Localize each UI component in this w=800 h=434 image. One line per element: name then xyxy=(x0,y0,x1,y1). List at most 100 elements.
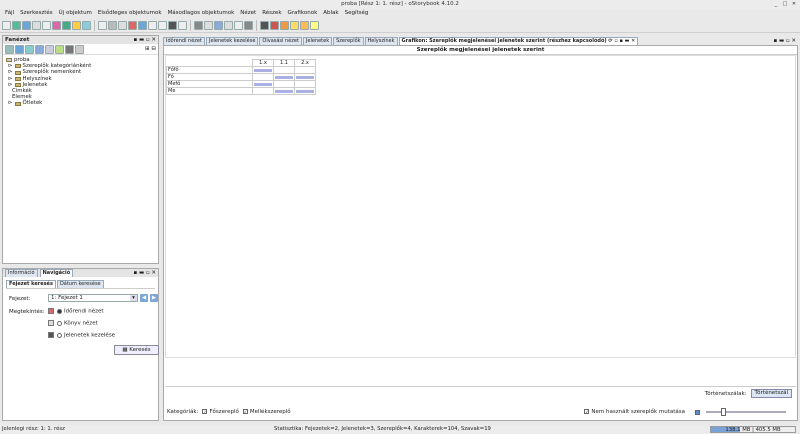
tree-tool-icon[interactable] xyxy=(5,44,14,54)
tree-item[interactable]: ⊳ Ötletek xyxy=(6,100,155,106)
toolbar-tool-icon[interactable] xyxy=(244,20,253,30)
tab-locations[interactable]: Helyszínek xyxy=(364,37,398,45)
appearance-cell xyxy=(273,80,295,88)
menu-item[interactable]: Másodlagos objektumok xyxy=(165,9,238,18)
toolbar-tool-icon[interactable] xyxy=(260,20,269,30)
expand-collapse-icon[interactable]: ⊞ ⊟ xyxy=(145,46,156,52)
menu-item[interactable]: Részek xyxy=(259,9,284,18)
radio-selected-icon xyxy=(57,308,62,314)
menu-item[interactable]: Fájl xyxy=(2,9,17,18)
zoom-toggle-icon[interactable] xyxy=(695,409,700,415)
close-icon[interactable]: ✕ xyxy=(791,1,797,7)
zoom-slider[interactable] xyxy=(706,408,786,416)
toolbar-tool-icon[interactable] xyxy=(148,20,157,30)
toolbar-tool-icon[interactable] xyxy=(98,20,107,30)
table-row: Főfő xyxy=(166,66,316,74)
toolbar-tool-icon[interactable] xyxy=(62,20,71,30)
toolbar-tool-icon[interactable] xyxy=(290,20,299,30)
menu-item[interactable]: Nézet xyxy=(237,9,259,18)
panel-controls-icon[interactable]: ▪ ▬ ▫ ✕ xyxy=(133,270,156,276)
toolbar-tool-icon[interactable] xyxy=(310,20,319,30)
view-option-chrono[interactable]: Időrendi nézet xyxy=(48,308,104,315)
tab-reading[interactable]: Olvasási nézet xyxy=(259,37,302,45)
history-button[interactable]: Történetszál xyxy=(750,389,792,398)
appearance-bar xyxy=(296,89,314,93)
tab-scene-manage[interactable]: Jelenetek kezelése xyxy=(205,37,259,45)
menu-item[interactable]: Elsődleges objektumok xyxy=(95,9,165,18)
appearance-cell xyxy=(252,73,274,81)
tree-tool-icon[interactable] xyxy=(55,44,64,54)
navigation-panel: Információ Navigáció ▪ ▬ ▫ ✕ Fejezet ker… xyxy=(2,268,159,421)
menu-item[interactable]: Ablak xyxy=(320,9,341,18)
panel-controls-icon[interactable]: ▪ ▬ ▫ ✕ xyxy=(773,38,798,45)
toolbar-tool-icon[interactable] xyxy=(280,20,289,30)
tree-tool-icon[interactable] xyxy=(15,44,24,54)
toolbar-tool-icon[interactable] xyxy=(12,20,21,30)
menu-item[interactable]: Szerkesztés xyxy=(17,9,56,18)
chapter-select[interactable]: 1: Fejezet 1 ▾ xyxy=(48,294,138,302)
toolbar-tool-icon[interactable] xyxy=(224,20,233,30)
appearance-bar xyxy=(296,75,314,79)
tab-chapter-search[interactable]: Fejezet keresés xyxy=(6,280,56,288)
toolbar-tool-icon[interactable] xyxy=(42,20,51,30)
slider-handle[interactable] xyxy=(721,408,726,416)
toolbar-tool-icon[interactable] xyxy=(52,20,61,30)
minimize-icon[interactable]: _ xyxy=(773,1,779,7)
tab-characters[interactable]: Szereplők xyxy=(333,37,364,45)
tree-tool-icon[interactable] xyxy=(45,44,54,54)
menu-item[interactable]: Segítség xyxy=(342,9,372,18)
tab-chart[interactable]: Grafikon: Szereplők megjelenései jelenet… xyxy=(398,37,639,45)
side-character-checkbox[interactable]: ✓ Mellékszereplő xyxy=(242,409,291,415)
tab-date-search[interactable]: Dátum keresése xyxy=(56,280,104,288)
tree-tool-icon[interactable] xyxy=(75,44,84,54)
tab-chronological[interactable]: Időrendi nézet xyxy=(163,37,205,45)
toolbar-tool-icon[interactable] xyxy=(22,20,31,30)
unused-characters-checkbox[interactable]: ✓ Nem használt szereplők mutatása xyxy=(584,409,685,415)
appearance-bar xyxy=(254,82,272,86)
row-label: Főfő xyxy=(166,66,253,74)
toolbar-tool-icon[interactable] xyxy=(32,20,41,30)
toolbar-tool-icon[interactable] xyxy=(108,20,117,30)
toolbar-tool-icon[interactable] xyxy=(138,20,147,30)
tree-tool-icon[interactable] xyxy=(25,44,34,54)
toolbar-tool-icon[interactable] xyxy=(234,20,243,30)
appearance-bar xyxy=(275,89,293,93)
tab-scenes[interactable]: Jelenetek xyxy=(302,37,333,45)
search-button[interactable]: ▦ Keresés xyxy=(114,345,159,355)
toolbar-tool-icon[interactable] xyxy=(168,20,177,30)
panel-controls-icon[interactable]: ▪ ▬ ▫ ✕ xyxy=(133,37,156,43)
window-controls: _ □ ✕ xyxy=(773,1,797,7)
radio-icon xyxy=(57,332,62,338)
toolbar-tool-icon[interactable] xyxy=(270,20,279,30)
tab-navigation[interactable]: Navigáció xyxy=(39,269,74,277)
tree-tool-icon[interactable] xyxy=(35,44,44,54)
chart-panel: Szereplők megjelenései jelenetek szerint… xyxy=(163,45,798,421)
toolbar-tool-icon[interactable] xyxy=(128,20,137,30)
maximize-icon[interactable]: □ xyxy=(782,1,788,7)
toolbar-tool-icon[interactable] xyxy=(72,20,81,30)
toolbar-tool-icon[interactable] xyxy=(82,20,91,30)
toolbar-tool-icon[interactable] xyxy=(158,20,167,30)
radio-icon xyxy=(57,320,62,326)
toolbar-tool-icon[interactable] xyxy=(194,20,203,30)
toolbar-tool-icon[interactable] xyxy=(2,20,11,30)
toolbar-tool-icon[interactable] xyxy=(300,20,309,30)
view-option-manage[interactable]: Jelenetek kezelése xyxy=(48,332,115,339)
toolbar-tool-icon[interactable] xyxy=(178,20,187,30)
tab-information[interactable]: Információ xyxy=(5,269,38,277)
toolbar-tool-icon[interactable] xyxy=(204,20,213,30)
toolbar-tool-icon[interactable] xyxy=(118,20,127,30)
tree-panel: Fanézet ▪ ▬ ▫ ✕ ⊞ ⊟ proba ⊳ Szereplők kat… xyxy=(2,35,159,264)
previous-chapter-button[interactable]: ◀ xyxy=(140,294,148,302)
toolbar-tool-icon[interactable] xyxy=(214,20,223,30)
chevron-down-icon: ▾ xyxy=(130,295,137,301)
row-label: Fő xyxy=(166,73,253,81)
tree-tool-icon[interactable] xyxy=(65,44,74,54)
next-chapter-button[interactable]: ▶ xyxy=(150,294,158,302)
appearance-bar xyxy=(254,68,272,72)
view-option-book[interactable]: Könyv nézet xyxy=(48,320,98,327)
main-character-checkbox[interactable]: ✓ Főszereplő xyxy=(202,409,239,415)
appearance-bar xyxy=(275,75,293,79)
menu-item[interactable]: Új objektum xyxy=(56,9,95,18)
menu-item[interactable]: Grafikonok xyxy=(285,9,321,18)
